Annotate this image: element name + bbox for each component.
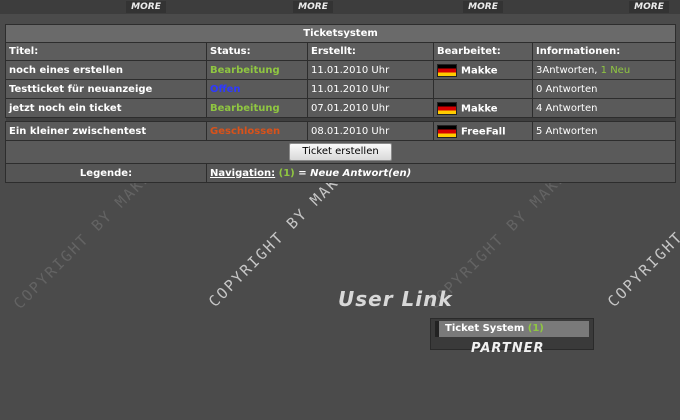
new-replies: 1 Neu — [600, 64, 631, 76]
table-row[interactable]: noch eines erstellen Bearbeitung 11.01.2… — [5, 60, 677, 80]
legend-text: = Neue Antwort(en) — [298, 167, 412, 179]
editor-name: Makke — [461, 65, 498, 76]
panel-title: Ticketsystem — [4, 24, 677, 43]
editor-name: Makke — [461, 103, 498, 114]
navigation-link[interactable]: Navigation: — [210, 168, 275, 179]
created-date: 08.01.2010 Uhr — [307, 121, 434, 141]
legend-count: (1) — [278, 167, 295, 179]
created-date: 11.01.2010 Uhr — [307, 60, 434, 80]
reply-count: 3Antworten, — [536, 64, 598, 76]
german-flag-icon — [437, 124, 457, 138]
created-date: 07.01.2010 Uhr — [307, 98, 434, 118]
create-row: Ticket erstellen — [4, 140, 677, 164]
edited-by: Makke — [433, 98, 533, 118]
ticket-title[interactable]: jetzt noch ein ticket — [5, 98, 207, 118]
status-badge: Bearbeitung — [206, 98, 308, 118]
reply-count: 0 Antworten — [531, 79, 677, 99]
ticket-title[interactable]: Testticket für neuanzeige — [5, 79, 207, 99]
column-header-edited: Bearbeitet: — [433, 42, 533, 61]
reply-count: 4 Antworten — [531, 98, 677, 118]
create-ticket-button[interactable]: Ticket erstellen — [289, 143, 392, 161]
ticket-info: 3Antworten, 1 Neu — [531, 60, 677, 80]
german-flag-icon — [437, 101, 457, 115]
table-row[interactable]: jetzt noch ein ticket Bearbeitung 07.01.… — [5, 98, 677, 118]
column-header-status: Status: — [206, 42, 308, 61]
column-header-info: Informationen: — [531, 42, 677, 61]
partner-banner[interactable]: PARTNER — [471, 341, 544, 356]
more-link-4[interactable]: MORE — [629, 1, 669, 13]
ticket-system-link[interactable]: Ticket System (1) — [435, 321, 589, 337]
status-badge: Geschlossen — [206, 121, 308, 141]
more-link-1[interactable]: MORE — [126, 1, 166, 13]
ticket-system-count: (1) — [527, 323, 544, 334]
table-row[interactable]: Ein kleiner zwischentest Geschlossen 08.… — [5, 121, 677, 141]
created-date: 11.01.2010 Uhr — [307, 79, 434, 99]
column-header-created: Erstellt: — [307, 42, 434, 61]
status-badge: Bearbeitung — [206, 60, 308, 80]
edited-by: Makke — [433, 60, 533, 80]
table-row[interactable]: Testticket für neuanzeige Offen 11.01.20… — [5, 79, 677, 99]
column-header-title: Titel: — [5, 42, 207, 61]
editor-name: FreeFall — [461, 126, 506, 137]
more-link-2[interactable]: MORE — [293, 1, 333, 13]
legend-label: Legende: — [5, 163, 207, 183]
ticket-system-label: Ticket System — [445, 323, 525, 334]
edited-by: FreeFall — [433, 121, 533, 141]
edited-by — [433, 79, 533, 99]
top-nav-bar: MORE MORE MORE MORE — [0, 0, 680, 14]
legend-content: Navigation: (1) = Neue Antwort(en) — [205, 163, 677, 183]
more-link-3[interactable]: MORE — [463, 1, 503, 13]
create-cell: Ticket erstellen — [4, 140, 677, 164]
reply-count: 5 Antworten — [531, 121, 677, 141]
german-flag-icon — [437, 63, 457, 77]
ticket-table: Ticketsystem Titel: Status: Erstellt: Be… — [4, 24, 677, 183]
ticket-title[interactable]: noch eines erstellen — [5, 60, 207, 80]
ticket-title[interactable]: Ein kleiner zwischentest — [5, 121, 207, 141]
ticket-panel: Ticketsystem Titel: Status: Erstellt: Be… — [4, 24, 677, 183]
legend-row: Legende: Navigation: (1) = Neue Antwort(… — [5, 163, 677, 183]
table-header: Titel: Status: Erstellt: Bearbeitet: Inf… — [5, 42, 677, 61]
status-badge: Offen — [206, 79, 308, 99]
user-link-box: Ticket System (1) PARTNER — [430, 318, 594, 356]
user-link-heading: User Link — [338, 287, 453, 311]
